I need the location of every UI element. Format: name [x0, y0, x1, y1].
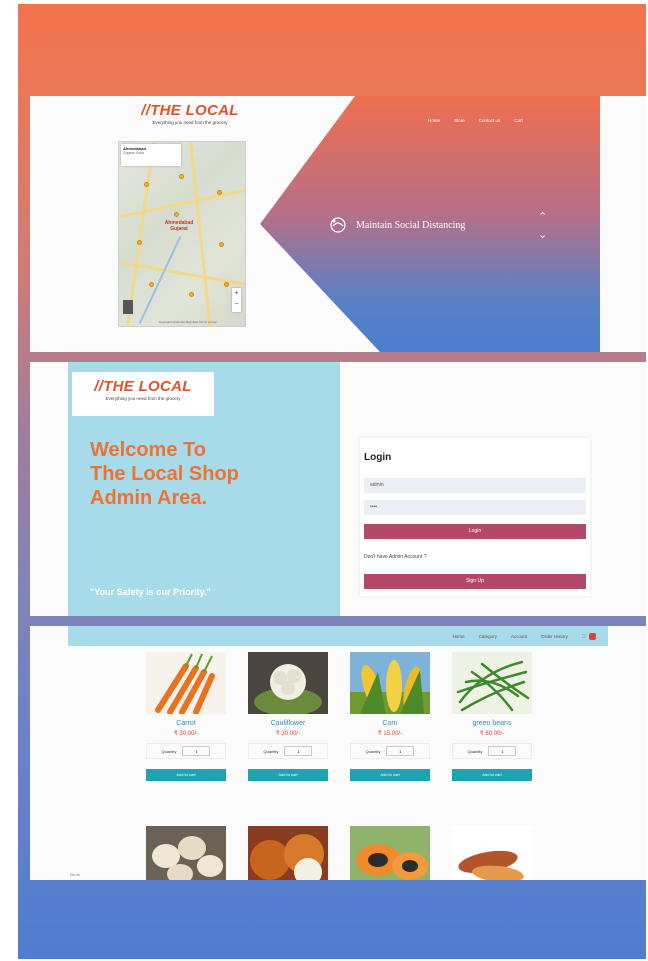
- corn-image[interactable]: [350, 652, 430, 714]
- quantity-label: Quantity: [263, 748, 279, 754]
- add-to-cart-button[interactable]: Add to cart: [350, 769, 430, 781]
- cauliflower-image[interactable]: [248, 652, 328, 714]
- location-map[interactable]: Ahmedabad Gujarat, India Ahmedabad Gujar…: [118, 141, 246, 327]
- login-card: Login admin •••• Login Don't have Admin …: [360, 438, 590, 596]
- safety-quote: "Your Safety is our Priority.": [90, 587, 211, 597]
- product-name[interactable]: green beans: [452, 720, 532, 727]
- add-to-cart-button[interactable]: Add to cart: [248, 769, 328, 781]
- product-name[interactable]: Carrot: [146, 720, 226, 727]
- product-price: ₹ 30.00/-: [275, 731, 301, 737]
- shop-nav: Home Category Account Order History 🛒 0: [68, 626, 608, 646]
- signup-question: Don't have Admin Account ?: [364, 554, 427, 560]
- nav-item-store[interactable]: Store: [454, 118, 465, 123]
- username-field[interactable]: admin: [364, 478, 586, 493]
- add-to-cart-button[interactable]: Add to cart: [452, 769, 532, 781]
- shop-screenshot: Home Category Account Order History 🛒 0: [30, 626, 646, 880]
- nav-item-cart[interactable]: Cart: [514, 118, 523, 123]
- cart-count-badge: 0: [589, 632, 596, 640]
- zoom-out-icon[interactable]: −: [232, 299, 241, 310]
- quantity-row: Quantity 1: [248, 743, 328, 759]
- quantity-input[interactable]: 1: [182, 746, 211, 756]
- nav-item-contact[interactable]: Contact us: [479, 118, 501, 123]
- mushroom-image[interactable]: [146, 826, 226, 880]
- map-zoom-control[interactable]: + −: [232, 288, 241, 312]
- product-name[interactable]: Cauliflower: [248, 720, 328, 727]
- product-price: ₹ 60.00/-: [479, 731, 505, 737]
- map-card-subtitle: Gujarat, India: [123, 151, 145, 155]
- corner-note: Go to: [70, 872, 80, 877]
- admin-brand-name: //THE LOCAL: [94, 378, 192, 395]
- hero-text: Maintain Social Distancing: [356, 219, 466, 231]
- product-card-green-beans: green beans ₹ 60.00/- Quantity 1 Add to …: [452, 652, 532, 781]
- quantity-row: Quantity 1: [452, 743, 532, 759]
- admin-login-screenshot: //THE LOCAL Everything you need from the…: [30, 362, 646, 616]
- green-beans-image[interactable]: [452, 652, 532, 714]
- cart-icon: 🛒: [581, 633, 588, 638]
- login-title: Login: [364, 452, 392, 463]
- shop-nav-home[interactable]: Home: [453, 634, 465, 639]
- poster-background: //THE LOCAL Everything you need from the…: [18, 4, 646, 959]
- add-to-cart-button[interactable]: Add to cart: [146, 769, 226, 781]
- chevron-up-icon[interactable]: ⌃: [538, 208, 547, 226]
- product-card-carrot: Carrot ₹ 30.00/- Quantity 1 Add to cart: [146, 652, 226, 781]
- sweet-potato-image[interactable]: [452, 826, 532, 880]
- login-button[interactable]: Login: [364, 524, 586, 539]
- quantity-label: Quantity: [365, 748, 381, 754]
- landing-nav: Home Store Contact us Cart: [428, 118, 523, 123]
- hero-message: Maintain Social Distancing: [328, 216, 465, 234]
- product-card-cauliflower: Cauliflower ₹ 30.00/- Quantity 1 Add to …: [248, 652, 328, 781]
- brand-name: //THE LOCAL: [141, 102, 239, 119]
- landing-screenshot: //THE LOCAL Everything you need from the…: [30, 96, 646, 352]
- chevron-down-icon[interactable]: ⌄: [538, 226, 547, 244]
- nav-item-home[interactable]: Home: [428, 118, 440, 123]
- carrot-image[interactable]: [146, 652, 226, 714]
- carousel-arrows: ⌃ ⌄: [538, 208, 547, 244]
- welcome-heading: Welcome To The Local Shop Admin Area.: [90, 439, 239, 509]
- product-card-corn: Corn ₹ 15.00/- Quantity 1 Add to cart: [350, 652, 430, 781]
- papaya-image[interactable]: [350, 826, 430, 880]
- zoom-in-icon[interactable]: +: [232, 288, 241, 299]
- brand-logo[interactable]: //THE LOCAL Everything you need from the…: [125, 102, 255, 125]
- map-place-card[interactable]: Ahmedabad Gujarat, India: [121, 144, 181, 166]
- quantity-row: Quantity 1: [146, 743, 226, 759]
- admin-brand-logo[interactable]: //THE LOCAL Everything you need from the…: [72, 372, 214, 416]
- onion-image[interactable]: [248, 826, 328, 880]
- password-field[interactable]: ••••: [364, 500, 586, 515]
- shop-nav-orders[interactable]: Order History: [541, 634, 568, 639]
- shop-nav-category[interactable]: Category: [479, 634, 497, 639]
- quantity-input[interactable]: 1: [488, 746, 517, 756]
- quantity-input[interactable]: 1: [284, 746, 313, 756]
- quantity-input[interactable]: 1: [386, 746, 415, 756]
- map-footer: Keyboard shortcuts Map data Terms of Use: [159, 320, 217, 324]
- admin-brand-tagline: Everything you need from the grocery: [105, 396, 181, 401]
- quantity-label: Quantity: [161, 748, 177, 754]
- hand-wash-icon: [328, 216, 348, 234]
- pegman-icon[interactable]: [123, 300, 133, 314]
- quantity-row: Quantity 1: [350, 743, 430, 759]
- quantity-label: Quantity: [467, 748, 483, 754]
- product-name[interactable]: Corn: [350, 720, 430, 727]
- cart-button[interactable]: 🛒 0: [581, 632, 596, 640]
- map-city-label: Ahmedabad Gujarat: [164, 220, 194, 232]
- product-price: ₹ 15.00/-: [377, 731, 403, 737]
- signup-button[interactable]: Sign Up: [364, 574, 586, 589]
- shop-nav-account[interactable]: Account: [511, 634, 527, 639]
- product-price: ₹ 30.00/-: [173, 731, 199, 737]
- brand-tagline: Everything you need from the grocery: [152, 120, 228, 125]
